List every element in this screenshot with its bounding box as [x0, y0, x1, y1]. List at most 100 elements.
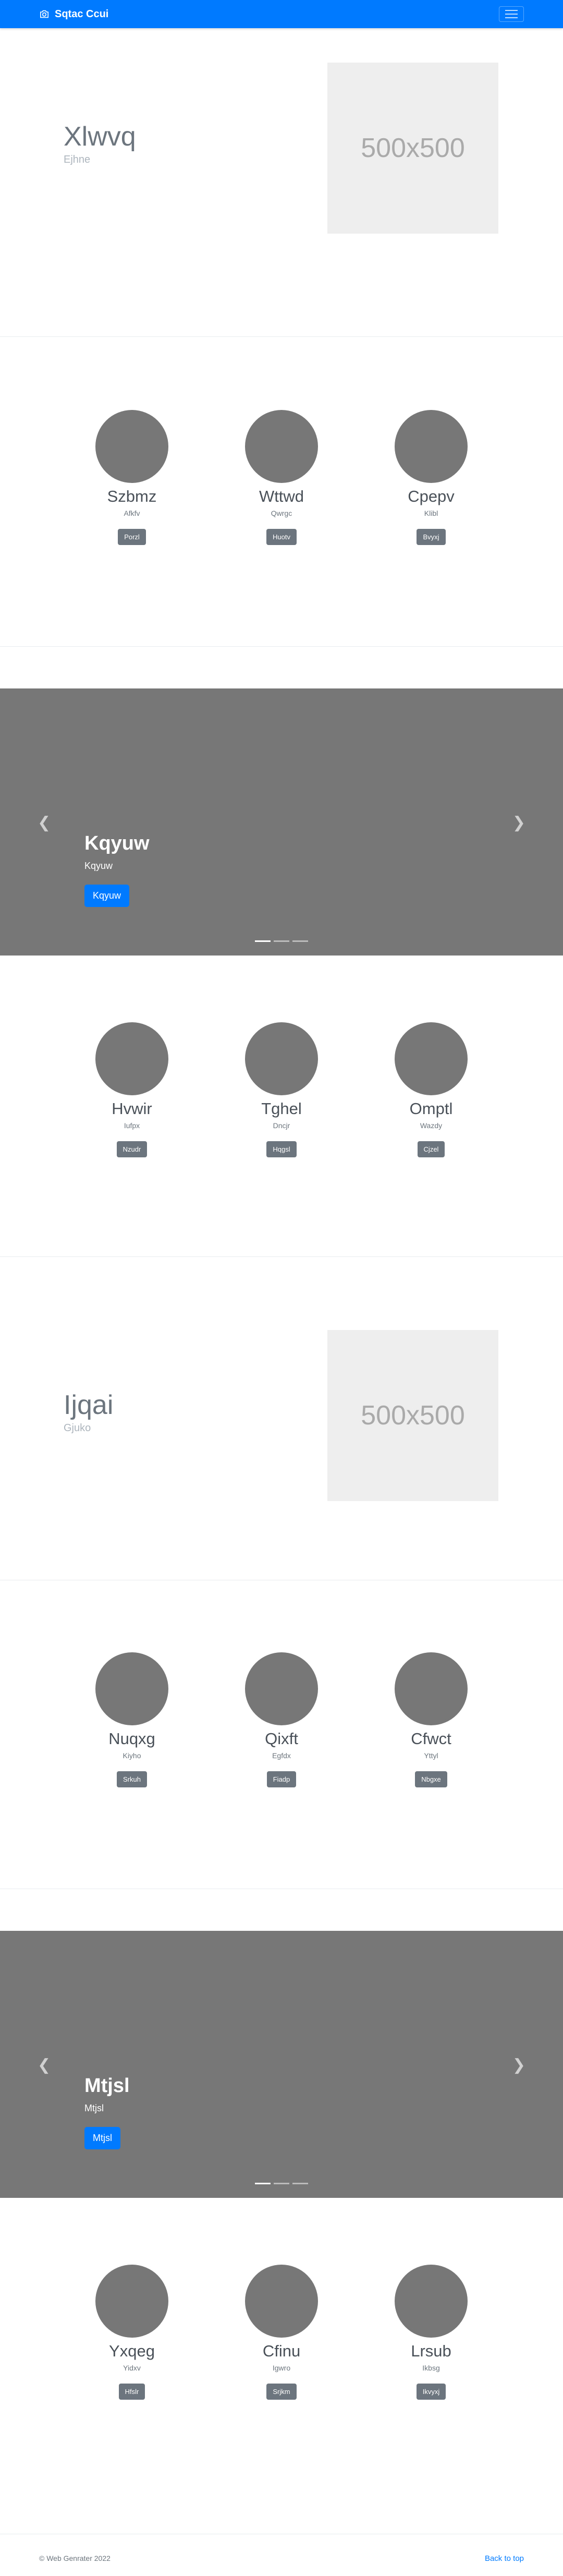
chevron-left-icon[interactable]: ❮	[38, 814, 51, 832]
team-member: Nuqxg Kiyho Srkuh	[95, 1652, 168, 1787]
copyright-text: © Web Genrater 2022	[39, 2554, 111, 2562]
carousel-title: Mtjsl	[84, 2075, 130, 2097]
placeholder-image: 500x500	[327, 1330, 498, 1501]
member-role: Qwrgc	[271, 509, 292, 517]
team-member: Cfwct Yttyl Nbgxe	[395, 1652, 468, 1787]
member-button[interactable]: Srkuh	[117, 1771, 147, 1787]
carousel-indicator[interactable]	[292, 940, 308, 942]
team-member: Cfinu Igwro Srjkm	[245, 2265, 318, 2400]
member-role: Yidxv	[123, 2364, 141, 2372]
back-to-top-link[interactable]: Back to top	[485, 2554, 524, 2563]
carousel-1: ❮ ❯ Kqyuw Kqyuw Kqyuw	[0, 688, 563, 956]
member-name: Cfinu	[262, 2342, 301, 2360]
carousel-button[interactable]: Kqyuw	[84, 885, 130, 907]
team-member: Omptl Wazdy Cjzel	[395, 1022, 468, 1157]
avatar	[95, 1022, 168, 1095]
carousel-title: Kqyuw	[84, 832, 150, 854]
carousel-indicators	[0, 2183, 563, 2184]
member-name: Qixft	[265, 1730, 298, 1748]
avatar	[395, 2265, 468, 2338]
team-section-2: Hvwir Iufpx Nzudr Tghel Dncjr Hqgsl Ompt…	[0, 956, 563, 1257]
carousel-indicator[interactable]	[255, 2183, 271, 2184]
avatar	[95, 1652, 168, 1725]
feature-section-2: Ijqai Gjuko 500x500	[0, 1257, 563, 1580]
carousel-text: Kqyuw	[84, 861, 113, 871]
member-role: Klibl	[424, 509, 438, 517]
footer: © Web Genrater 2022 Back to top	[0, 2534, 563, 2576]
team-member: Tghel Dncjr Hqgsl	[245, 1022, 318, 1157]
member-button[interactable]: Hqgsl	[266, 1141, 297, 1157]
team-member: Yxqeg Yidxv Hfslr	[95, 2265, 168, 2400]
member-button[interactable]: Hfslr	[118, 2384, 145, 2400]
carousel-indicator[interactable]	[274, 2183, 289, 2184]
member-button[interactable]: Fiadp	[266, 1771, 297, 1787]
chevron-right-icon[interactable]: ❯	[512, 814, 525, 832]
feature-section-1: Xlwvq Ejhne 500x500	[0, 28, 563, 337]
member-name: Yxqeg	[109, 2342, 155, 2360]
team-section-3: Nuqxg Kiyho Srkuh Qixft Egfdx Fiadp Cfwc…	[0, 1580, 563, 1889]
member-name: Cpepv	[408, 487, 455, 505]
member-button[interactable]: Nbgxe	[415, 1771, 447, 1787]
avatar	[245, 1022, 318, 1095]
member-button[interactable]: Bvyxj	[417, 529, 446, 545]
carousel-indicator[interactable]	[292, 2183, 308, 2184]
chevron-right-icon[interactable]: ❯	[512, 2056, 525, 2074]
member-name: Tghel	[261, 1099, 302, 1118]
feature-title: Xlwvq	[64, 122, 136, 152]
carousel-text: Mtjsl	[84, 2103, 104, 2113]
carousel-button[interactable]: Mtjsl	[84, 2127, 120, 2149]
member-button[interactable]: Huotv	[266, 529, 297, 545]
member-role: Kiyho	[123, 1751, 141, 1760]
team-member: Szbmz Afkfv Porzl	[95, 410, 168, 545]
team-member: Wttwd Qwrgc Huotv	[245, 410, 318, 545]
chevron-left-icon[interactable]: ❮	[38, 2056, 51, 2074]
feature-title: Ijqai	[64, 1390, 114, 1420]
team-member: Hvwir Iufpx Nzudr	[95, 1022, 168, 1157]
member-button[interactable]: Ikvyxj	[416, 2384, 446, 2400]
member-name: Wttwd	[259, 487, 304, 505]
team-member: Qixft Egfdx Fiadp	[245, 1652, 318, 1787]
brand-link[interactable]: Sqtac Ccui	[39, 8, 108, 20]
camera-icon	[40, 10, 48, 18]
team-section-1: Szbmz Afkfv Porzl Wttwd Qwrgc Huotv Cpep…	[0, 337, 563, 647]
feature-subtitle: Ejhne	[64, 154, 91, 166]
avatar	[395, 410, 468, 483]
brand-name: Sqtac Ccui	[55, 8, 109, 20]
member-role: Wazdy	[420, 1121, 443, 1130]
team-member: Cpepv Klibl Bvyxj	[395, 410, 468, 545]
member-name: Hvwir	[112, 1099, 152, 1118]
avatar	[95, 410, 168, 483]
carousel-indicators	[0, 940, 563, 942]
team-member: Lrsub Ikbsg Ikvyxj	[395, 2265, 468, 2400]
member-role: Iufpx	[124, 1121, 140, 1130]
member-name: Nuqxg	[108, 1730, 155, 1748]
carousel-indicator[interactable]	[274, 940, 289, 942]
member-role: Igwro	[272, 2364, 291, 2372]
carousel-2: ❮ ❯ Mtjsl Mtjsl Mtjsl	[0, 1931, 563, 2198]
hamburger-icon[interactable]	[499, 6, 524, 22]
member-role: Yttyl	[424, 1751, 438, 1760]
member-role: Afkfv	[124, 509, 140, 517]
navbar: Sqtac Ccui	[0, 0, 563, 28]
feature-subtitle: Gjuko	[64, 1422, 91, 1434]
member-button[interactable]: Srjkm	[266, 2384, 297, 2400]
member-button[interactable]: Nzudr	[116, 1141, 148, 1157]
carousel-indicator[interactable]	[255, 940, 271, 942]
avatar	[395, 1022, 468, 1095]
member-role: Ikbsg	[422, 2364, 440, 2372]
team-section-4: Yxqeg Yidxv Hfslr Cfinu Igwro Srjkm Lrsu…	[0, 2198, 563, 2534]
member-button[interactable]: Cjzel	[417, 1141, 445, 1157]
avatar	[95, 2265, 168, 2338]
member-name: Szbmz	[107, 487, 157, 505]
placeholder-image: 500x500	[327, 63, 498, 234]
avatar	[245, 410, 318, 483]
avatar	[245, 2265, 318, 2338]
member-button[interactable]: Porzl	[118, 529, 146, 545]
avatar	[245, 1652, 318, 1725]
member-role: Dncjr	[273, 1121, 290, 1130]
avatar	[395, 1652, 468, 1725]
member-role: Egfdx	[272, 1751, 291, 1760]
member-name: Cfwct	[411, 1730, 451, 1748]
